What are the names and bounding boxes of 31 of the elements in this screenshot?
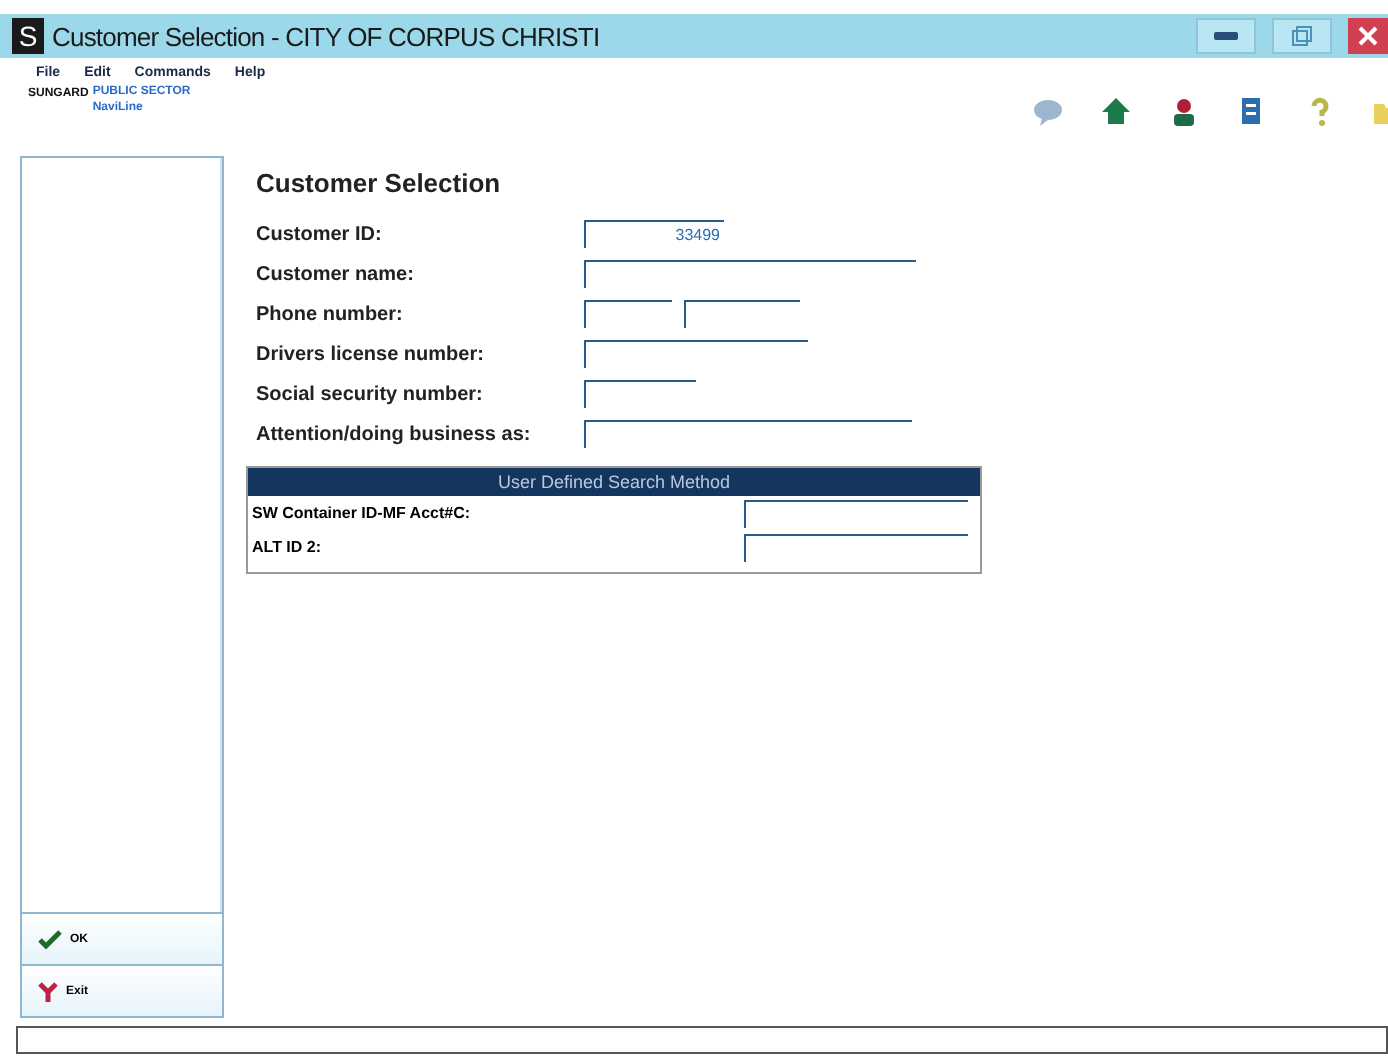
restore-icon [1292, 26, 1312, 46]
input-field[interactable] [584, 380, 696, 408]
input-field[interactable] [744, 533, 968, 561]
field-label: Drivers license number: [256, 343, 486, 365]
minimize-icon [1214, 30, 1238, 42]
close-icon [1358, 26, 1378, 46]
house-icon[interactable] [1100, 96, 1132, 128]
restore-button[interactable] [1272, 18, 1332, 54]
field-label: Customer name: [256, 263, 416, 285]
person-icon[interactable] [1168, 96, 1200, 128]
input-field[interactable] [684, 300, 800, 328]
input-field[interactable] [744, 499, 968, 527]
input-field[interactable] [584, 420, 912, 448]
field-label: ALT ID 2: [252, 538, 322, 556]
field-label: Attention/doing business as: [256, 423, 533, 445]
input-field[interactable] [584, 300, 672, 328]
input-field[interactable] [584, 340, 808, 368]
app-logo-icon: S [12, 18, 44, 54]
window-title: Customer Selection - CITY OF CORPUS CHRISTI [52, 21, 600, 51]
input-field[interactable] [584, 260, 916, 288]
exit-icon [38, 981, 58, 1001]
field-label: Customer ID: [256, 223, 384, 245]
field-label: Social security number: [256, 383, 485, 405]
minimize-button[interactable] [1196, 18, 1256, 54]
close-button[interactable] [1348, 18, 1388, 54]
field-label: SW Container ID-MF Acct#C: [252, 504, 471, 522]
form-heading: Customer Selection [256, 168, 503, 198]
input-field[interactable]: 33499 [584, 220, 724, 248]
section-header: User Defined Search Method [248, 468, 980, 496]
field-label: Phone number: [256, 303, 405, 325]
check-icon [38, 929, 62, 949]
